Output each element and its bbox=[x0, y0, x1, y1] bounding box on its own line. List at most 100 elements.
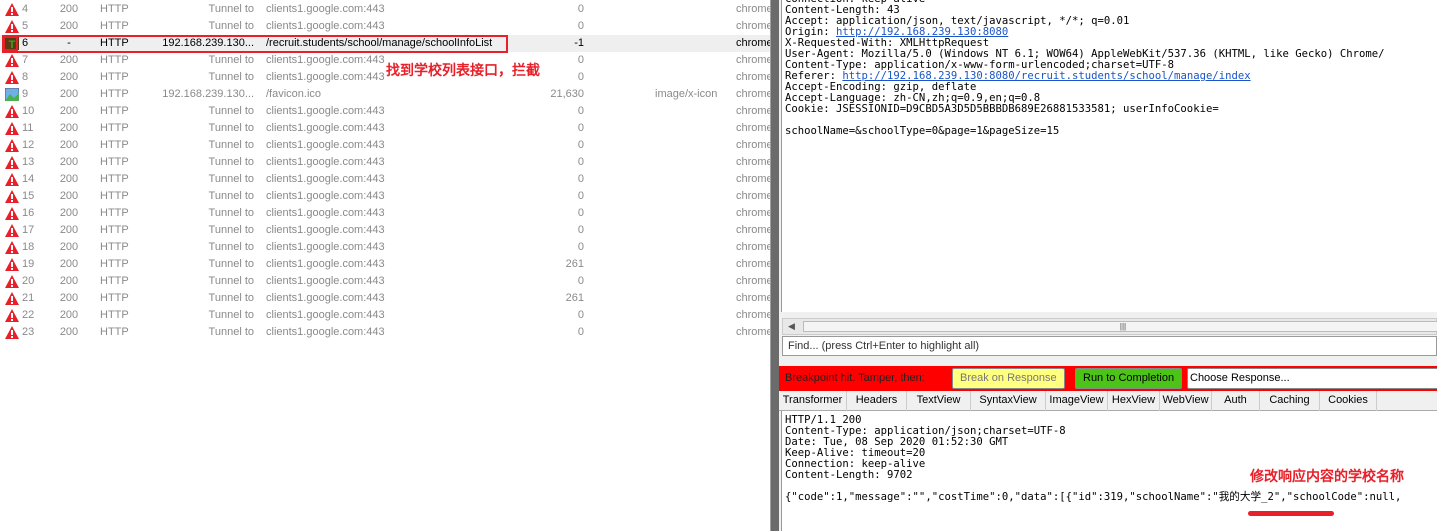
tab-cookies[interactable]: Cookies bbox=[1320, 391, 1377, 411]
session-num: 22 bbox=[22, 309, 35, 321]
tab-webview[interactable]: WebView bbox=[1160, 391, 1212, 411]
session-row[interactable]: 20 200 HTTP Tunnel to clients1.google.com:44… bbox=[0, 273, 773, 290]
session-body: 0 bbox=[577, 156, 584, 168]
warning-icon bbox=[5, 258, 19, 271]
session-body: 0 bbox=[577, 326, 584, 338]
session-row[interactable]: 8 200 HTTP Tunnel to clients1.google.com:443… bbox=[0, 69, 773, 86]
session-result: 200 bbox=[59, 105, 79, 117]
session-body: 0 bbox=[577, 224, 584, 236]
warning-icon bbox=[5, 275, 19, 288]
session-url: clients1.google.com:443 bbox=[266, 292, 385, 304]
warning-icon bbox=[5, 309, 19, 322]
session-host: Tunnel to bbox=[208, 20, 254, 32]
session-url: clients1.google.com:443 bbox=[266, 139, 385, 151]
session-row[interactable]: 4 200 HTTP Tunnel to clients1.google.com:443… bbox=[0, 1, 773, 18]
session-protocol: HTTP bbox=[100, 156, 129, 168]
session-process: chrome bbox=[736, 326, 773, 338]
session-row[interactable]: 15 200 HTTP Tunnel to clients1.google.com:44… bbox=[0, 188, 773, 205]
session-row[interactable]: 7 200 HTTP Tunnel to clients1.google.com:443… bbox=[0, 52, 773, 69]
session-num: 23 bbox=[22, 326, 35, 338]
session-row[interactable]: 5 200 HTTP Tunnel to clients1.google.com:443… bbox=[0, 18, 773, 35]
session-url: clients1.google.com:443 bbox=[266, 190, 385, 202]
session-row[interactable]: 23 200 HTTP Tunnel to clients1.google.com:44… bbox=[0, 324, 773, 341]
session-host: 192.168.239.130... bbox=[162, 88, 254, 100]
session-result: 200 bbox=[59, 71, 79, 83]
warning-icon bbox=[5, 139, 19, 152]
tab-headers[interactable]: Headers bbox=[847, 391, 907, 411]
session-host: Tunnel to bbox=[208, 309, 254, 321]
session-process: chrome bbox=[736, 190, 773, 202]
session-body: 0 bbox=[577, 105, 584, 117]
session-url: clients1.google.com:443 bbox=[266, 20, 385, 32]
session-row[interactable]: 17 200 HTTP Tunnel to clients1.google.com:44… bbox=[0, 222, 773, 239]
scroll-thumb[interactable]: ||| bbox=[803, 321, 1437, 332]
session-host: Tunnel to bbox=[208, 173, 254, 185]
inspector-panel: Connection: keep-aliveContent-Length: 43… bbox=[779, 0, 1437, 531]
session-protocol: HTTP bbox=[100, 292, 129, 304]
session-url: clients1.google.com:443 bbox=[266, 207, 385, 219]
break-on-response-button[interactable]: Break on Response bbox=[952, 368, 1065, 389]
session-process: chrome bbox=[736, 207, 773, 219]
session-type: image/x-icon bbox=[655, 88, 718, 100]
session-row[interactable]: 12 200 HTTP Tunnel to clients1.google.com:44… bbox=[0, 137, 773, 154]
tab-transformer[interactable]: Transformer bbox=[779, 391, 847, 411]
session-result: 200 bbox=[59, 207, 79, 219]
session-host: Tunnel to bbox=[208, 326, 254, 338]
tab-textview[interactable]: TextView bbox=[907, 391, 971, 411]
session-row[interactable]: 16 200 HTTP Tunnel to clients1.google.com:44… bbox=[0, 205, 773, 222]
tab-caching[interactable]: Caching bbox=[1260, 391, 1320, 411]
session-process: chrome bbox=[736, 139, 773, 151]
session-protocol: HTTP bbox=[100, 122, 129, 134]
session-protocol: HTTP bbox=[100, 71, 129, 83]
scroll-left-icon[interactable]: ◀ bbox=[788, 321, 795, 332]
session-body: 0 bbox=[577, 190, 584, 202]
horizontal-scrollbar[interactable]: ◀ ||| bbox=[782, 318, 1437, 335]
session-num: 16 bbox=[22, 207, 35, 219]
warning-icon bbox=[5, 3, 19, 16]
session-row[interactable]: 10 200 HTTP Tunnel to clients1.google.com:44… bbox=[0, 103, 773, 120]
session-process: chrome bbox=[736, 37, 773, 49]
splitter[interactable] bbox=[770, 0, 779, 531]
session-protocol: HTTP bbox=[100, 3, 129, 15]
tab-auth[interactable]: Auth bbox=[1212, 391, 1260, 411]
session-row[interactable]: 11 200 HTTP Tunnel to clients1.google.com:44… bbox=[0, 120, 773, 137]
session-url: clients1.google.com:443 bbox=[266, 122, 385, 134]
breakpoint-bar: Breakpoint hit. Tamper, then: Break on R… bbox=[779, 366, 1437, 391]
session-row[interactable]: 21 200 HTTP Tunnel to clients1.google.com:44… bbox=[0, 290, 773, 307]
tab-imageview[interactable]: ImageView bbox=[1046, 391, 1108, 411]
session-protocol: HTTP bbox=[100, 241, 129, 253]
run-to-completion-button[interactable]: Run to Completion bbox=[1075, 368, 1183, 389]
choose-response-dropdown[interactable]: Choose Response... bbox=[1187, 368, 1437, 389]
session-row[interactable]: 13 200 HTTP Tunnel to clients1.google.com:44… bbox=[0, 154, 773, 171]
session-host: Tunnel to bbox=[208, 275, 254, 287]
image-icon bbox=[4, 87, 20, 102]
session-result: 200 bbox=[59, 190, 79, 202]
session-process: chrome bbox=[736, 122, 773, 134]
session-row[interactable]: 14 200 HTTP Tunnel to clients1.google.com:44… bbox=[0, 171, 773, 188]
tab-hexview[interactable]: HexView bbox=[1108, 391, 1160, 411]
session-host: Tunnel to bbox=[208, 139, 254, 151]
session-num: 20 bbox=[22, 275, 35, 287]
text-line: {"code":1,"message":"","costTime":0,"dat… bbox=[785, 491, 1402, 503]
session-host: Tunnel to bbox=[208, 71, 254, 83]
session-result: 200 bbox=[59, 20, 79, 32]
session-row[interactable]: 19 200 HTTP Tunnel to clients1.google.com:44… bbox=[0, 256, 773, 273]
list-annotation: 找到学校列表接口，拦截 bbox=[386, 62, 540, 78]
request-text-view[interactable]: Connection: keep-aliveContent-Length: 43… bbox=[781, 0, 1437, 312]
warning-icon bbox=[5, 54, 19, 67]
warning-icon bbox=[5, 326, 19, 339]
session-row[interactable]: 9 200 HTTP 192.168.239.130... /favicon.ico 21… bbox=[0, 86, 773, 103]
session-body: 261 bbox=[565, 258, 584, 270]
session-result: 200 bbox=[59, 241, 79, 253]
find-input[interactable]: Find... (press Ctrl+Enter to highlight a… bbox=[782, 336, 1437, 356]
session-url: clients1.google.com:443 bbox=[266, 326, 385, 338]
session-host: Tunnel to bbox=[208, 241, 254, 253]
tab-syntaxview[interactable]: SyntaxView bbox=[971, 391, 1046, 411]
session-host: Tunnel to bbox=[208, 54, 254, 66]
sessions-list[interactable]: 4 200 HTTP Tunnel to clients1.google.com:443… bbox=[0, 0, 773, 531]
session-result: 200 bbox=[59, 326, 79, 338]
session-num: 14 bbox=[22, 173, 35, 185]
session-row[interactable]: 22 200 HTTP Tunnel to clients1.google.com:44… bbox=[0, 307, 773, 324]
session-num: 8 bbox=[22, 71, 29, 83]
session-row[interactable]: 18 200 HTTP Tunnel to clients1.google.com:44… bbox=[0, 239, 773, 256]
